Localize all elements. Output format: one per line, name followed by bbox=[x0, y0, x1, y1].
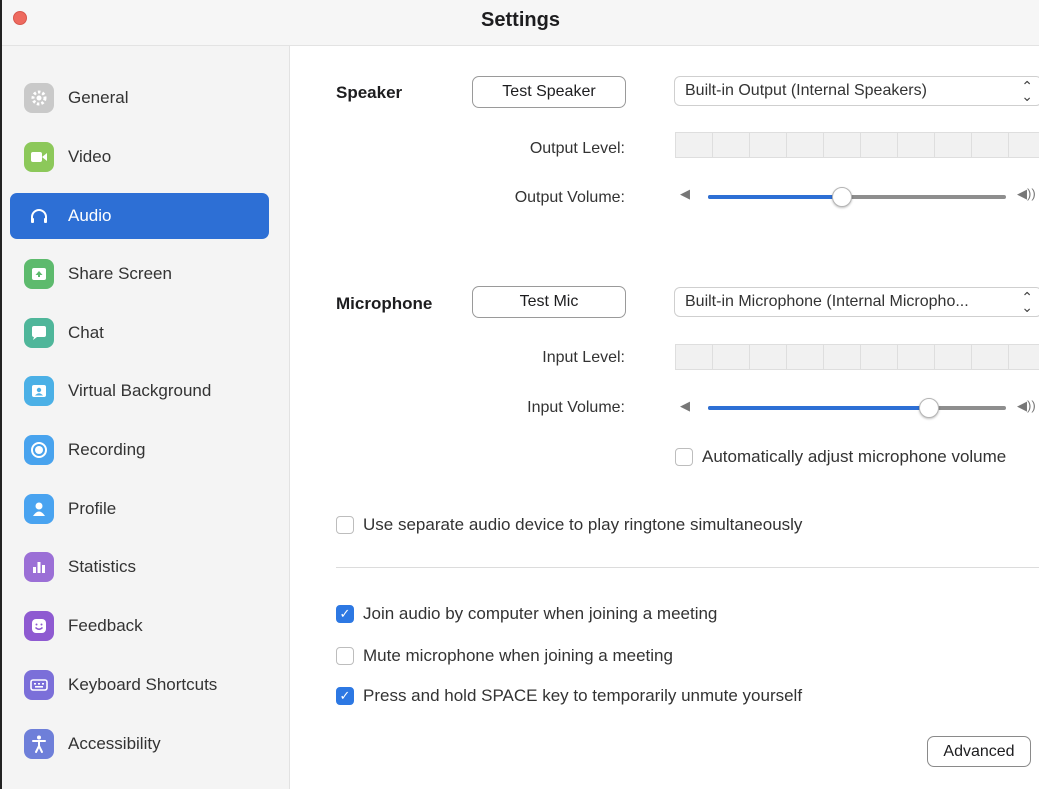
sidebar-item-label: Accessibility bbox=[68, 734, 161, 753]
chat-bubble-icon bbox=[24, 318, 54, 348]
speaker-device-value: Built-in Output (Internal Speakers) bbox=[685, 82, 927, 99]
mute-mic-option[interactable]: Mute microphone when joining a meeting bbox=[336, 646, 673, 666]
speaker-low-icon: ◀ bbox=[680, 398, 690, 413]
speaker-device-select[interactable]: Built-in Output (Internal Speakers) ⌃ ⌄ bbox=[674, 76, 1039, 106]
headphones-icon bbox=[24, 201, 54, 231]
sidebar-item-general[interactable]: General bbox=[10, 75, 269, 121]
speaker-low-icon: ◀ bbox=[680, 186, 690, 201]
join-audio-checkbox[interactable]: ✓ bbox=[336, 605, 354, 623]
sidebar-item-label: Recording bbox=[68, 440, 146, 459]
slider-fill bbox=[708, 406, 929, 410]
sidebar-item-statistics[interactable]: Statistics bbox=[10, 544, 269, 590]
input-level-label: Input Level: bbox=[542, 349, 625, 366]
auto-adjust-mic-option[interactable]: Automatically adjust microphone volume bbox=[675, 447, 1006, 467]
keyboard-icon bbox=[24, 670, 54, 700]
mute-mic-checkbox[interactable] bbox=[336, 647, 354, 665]
sidebar-item-label: Chat bbox=[68, 323, 104, 342]
speaker-section-label: Speaker bbox=[336, 83, 403, 102]
test-speaker-button[interactable]: Test Speaker bbox=[472, 76, 626, 108]
microphone-section-label: Microphone bbox=[336, 294, 433, 313]
sidebar-item-recording[interactable]: Recording bbox=[10, 427, 269, 473]
sidebar-item-label: General bbox=[68, 88, 129, 107]
video-camera-icon bbox=[24, 142, 54, 172]
sidebar-item-label: Feedback bbox=[68, 616, 143, 635]
space-unmute-option[interactable]: ✓ Press and hold SPACE key to temporaril… bbox=[336, 686, 802, 706]
settings-window: Settings General Video Audio Share Scree… bbox=[0, 0, 1039, 789]
sidebar-item-keyboard-shortcuts[interactable]: Keyboard Shortcuts bbox=[10, 662, 269, 708]
test-mic-button[interactable]: Test Mic bbox=[472, 286, 626, 318]
share-screen-icon bbox=[24, 259, 54, 289]
section-divider bbox=[336, 567, 1039, 568]
window-title: Settings bbox=[481, 9, 560, 31]
join-audio-label: Join audio by computer when joining a me… bbox=[363, 604, 718, 623]
advanced-button[interactable]: Advanced bbox=[927, 736, 1031, 767]
sidebar-item-label: Keyboard Shortcuts bbox=[68, 675, 218, 694]
auto-adjust-mic-label: Automatically adjust microphone volume bbox=[702, 447, 1007, 466]
slider-thumb[interactable] bbox=[832, 187, 852, 207]
accessibility-icon bbox=[24, 729, 54, 759]
sidebar-item-label: Audio bbox=[68, 206, 112, 225]
audio-settings-panel: Speaker Test Speaker Built-in Output (In… bbox=[291, 46, 1039, 789]
speaker-high-icon: ◀)) bbox=[1017, 186, 1036, 201]
output-level-meter bbox=[675, 132, 1039, 158]
person-icon bbox=[24, 494, 54, 524]
sidebar-item-accessibility[interactable]: Accessibility bbox=[10, 721, 269, 767]
sidebar-item-label: Virtual Background bbox=[68, 381, 212, 400]
slider-thumb[interactable] bbox=[919, 398, 939, 418]
sidebar-item-share-screen[interactable]: Share Screen bbox=[10, 251, 269, 297]
sidebar-item-profile[interactable]: Profile bbox=[10, 486, 269, 532]
smiley-icon bbox=[24, 611, 54, 641]
slider-fill bbox=[708, 195, 842, 199]
record-icon bbox=[24, 435, 54, 465]
sidebar-item-video[interactable]: Video bbox=[10, 134, 269, 180]
output-volume-label: Output Volume: bbox=[514, 189, 625, 206]
sidebar-item-virtual-background[interactable]: Virtual Background bbox=[10, 368, 269, 414]
microphone-device-value: Built-in Microphone (Internal Micropho..… bbox=[685, 293, 969, 310]
sidebar-item-audio[interactable]: Audio bbox=[10, 193, 269, 239]
sidebar-item-label: Share Screen bbox=[68, 264, 172, 283]
space-unmute-checkbox[interactable]: ✓ bbox=[336, 687, 354, 705]
settings-sidebar: General Video Audio Share Screen Chat Vi… bbox=[2, 46, 290, 789]
sidebar-item-feedback[interactable]: Feedback bbox=[10, 603, 269, 649]
sidebar-item-label: Profile bbox=[68, 499, 117, 518]
bar-chart-icon bbox=[24, 552, 54, 582]
input-volume-label: Input Volume: bbox=[527, 399, 625, 416]
sidebar-item-label: Video bbox=[68, 147, 112, 166]
input-volume-slider[interactable] bbox=[708, 396, 1006, 420]
chevron-up-down-icon: ⌃ ⌄ bbox=[1021, 289, 1033, 315]
separate-ringtone-label: Use separate audio device to play ringto… bbox=[363, 515, 803, 534]
speaker-high-icon: ◀)) bbox=[1017, 398, 1036, 413]
join-audio-option[interactable]: ✓ Join audio by computer when joining a … bbox=[336, 604, 717, 624]
output-volume-slider[interactable] bbox=[708, 185, 1006, 209]
input-level-meter bbox=[675, 344, 1039, 370]
sidebar-item-chat[interactable]: Chat bbox=[10, 310, 269, 356]
space-unmute-label: Press and hold SPACE key to temporarily … bbox=[363, 686, 803, 705]
chevron-up-down-icon: ⌃ ⌄ bbox=[1021, 78, 1033, 104]
auto-adjust-mic-checkbox[interactable] bbox=[675, 448, 693, 466]
microphone-device-select[interactable]: Built-in Microphone (Internal Micropho..… bbox=[674, 287, 1039, 317]
mute-mic-label: Mute microphone when joining a meeting bbox=[363, 646, 673, 665]
person-card-icon bbox=[24, 376, 54, 406]
title-bar: Settings bbox=[2, 0, 1039, 46]
output-level-label: Output Level: bbox=[529, 140, 625, 157]
separate-ringtone-option[interactable]: Use separate audio device to play ringto… bbox=[336, 515, 802, 535]
gear-icon bbox=[24, 83, 54, 113]
separate-ringtone-checkbox[interactable] bbox=[336, 516, 354, 534]
sidebar-item-label: Statistics bbox=[68, 557, 137, 576]
